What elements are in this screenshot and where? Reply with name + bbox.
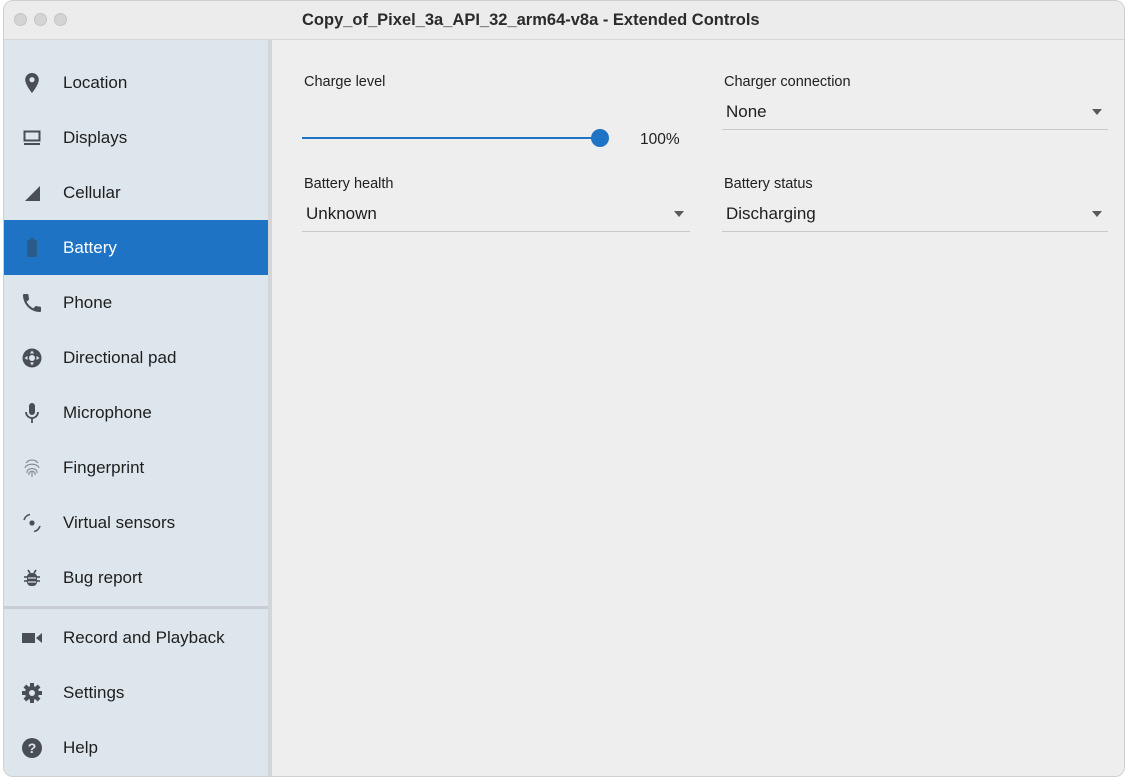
rotation-sensor-icon [21, 512, 43, 534]
extended-controls-window: Copy_of_Pixel_3a_API_32_arm64-v8a - Exte… [3, 0, 1125, 777]
sidebar-item-label: Battery [63, 237, 117, 257]
sidebar-item-displays[interactable]: Displays [4, 110, 268, 165]
sidebar-item-record-and-playback[interactable]: Record and Playback [4, 610, 268, 665]
battery-icon [21, 237, 43, 259]
sidebar-item-label: Virtual sensors [63, 512, 176, 532]
sidebar-item-help[interactable]: ? Help [4, 720, 268, 775]
charge-level-value: 100% [640, 131, 680, 148]
charger-connection-dropdown[interactable]: None [722, 95, 1108, 130]
battery-health-value: Unknown [306, 204, 377, 223]
battery-status-dropdown[interactable]: Discharging [722, 197, 1108, 232]
sidebar-item-label: Help [63, 737, 98, 757]
slider-thumb[interactable] [591, 129, 609, 147]
video-camera-icon [21, 627, 43, 649]
title-bar: Copy_of_Pixel_3a_API_32_arm64-v8a - Exte… [4, 1, 1124, 40]
sidebar-item-label: Phone [63, 292, 113, 312]
sidebar-item-directional-pad[interactable]: Directional pad [4, 330, 268, 385]
battery-health-label: Battery health [304, 176, 394, 192]
sidebar-item-microphone[interactable]: Microphone [4, 385, 268, 440]
window-title: Copy_of_Pixel_3a_API_32_arm64-v8a - Exte… [302, 11, 760, 29]
battery-health-dropdown[interactable]: Unknown [302, 197, 690, 232]
battery-panel: Charge level 100% Charger connection Non… [272, 40, 1124, 776]
microphone-icon [21, 402, 43, 424]
dpad-icon [21, 347, 43, 369]
help-icon: ? [21, 737, 43, 759]
sidebar-item-label: Settings [63, 682, 125, 702]
slider-fill [302, 137, 600, 139]
charge-level-slider[interactable] [302, 127, 609, 149]
sidebar-item-phone[interactable]: Phone [4, 275, 268, 330]
sidebar-item-label: Record and Playback [63, 627, 225, 647]
sidebar-item-label: Fingerprint [63, 457, 145, 477]
sidebar-item-battery[interactable]: Battery [4, 220, 268, 275]
chevron-down-icon [1092, 109, 1102, 115]
close-window-button[interactable] [14, 13, 27, 26]
sidebar-item-bug-report[interactable]: Bug report [4, 550, 268, 605]
sidebar-item-label: Microphone [63, 402, 152, 422]
sidebar-item-label: Bug report [63, 567, 143, 587]
chevron-down-icon [674, 211, 684, 217]
sidebar-item-location[interactable]: Location [4, 55, 268, 110]
sidebar-item-cellular[interactable]: Cellular [4, 165, 268, 220]
battery-status-value: Discharging [726, 204, 816, 223]
sidebar-item-fingerprint[interactable]: Fingerprint [4, 440, 268, 495]
sidebar-item-label: Displays [63, 127, 128, 147]
sidebar-item-virtual-sensors[interactable]: Virtual sensors [4, 495, 268, 550]
svg-text:?: ? [28, 740, 37, 756]
charger-connection-label: Charger connection [724, 74, 851, 90]
sidebar-item-settings[interactable]: Settings [4, 665, 268, 720]
sidebar-item-label: Cellular [63, 182, 121, 202]
location-pin-icon [21, 72, 43, 94]
monitor-icon [21, 127, 43, 149]
sidebar-item-label: Directional pad [63, 347, 177, 367]
sidebar-item-label: Location [63, 72, 128, 92]
battery-status-label: Battery status [724, 176, 813, 192]
sidebar-divider [4, 606, 268, 609]
minimize-window-button[interactable] [34, 13, 47, 26]
sidebar: Location Displays Cellular Battery Phone [4, 40, 272, 776]
signal-icon [21, 182, 43, 204]
charge-level-label: Charge level [304, 74, 386, 90]
gear-icon [21, 682, 43, 704]
charger-connection-value: None [726, 102, 767, 121]
fingerprint-icon [21, 457, 43, 479]
zoom-window-button[interactable] [54, 13, 67, 26]
bug-icon [21, 567, 43, 589]
phone-icon [21, 292, 43, 314]
chevron-down-icon [1092, 211, 1102, 217]
